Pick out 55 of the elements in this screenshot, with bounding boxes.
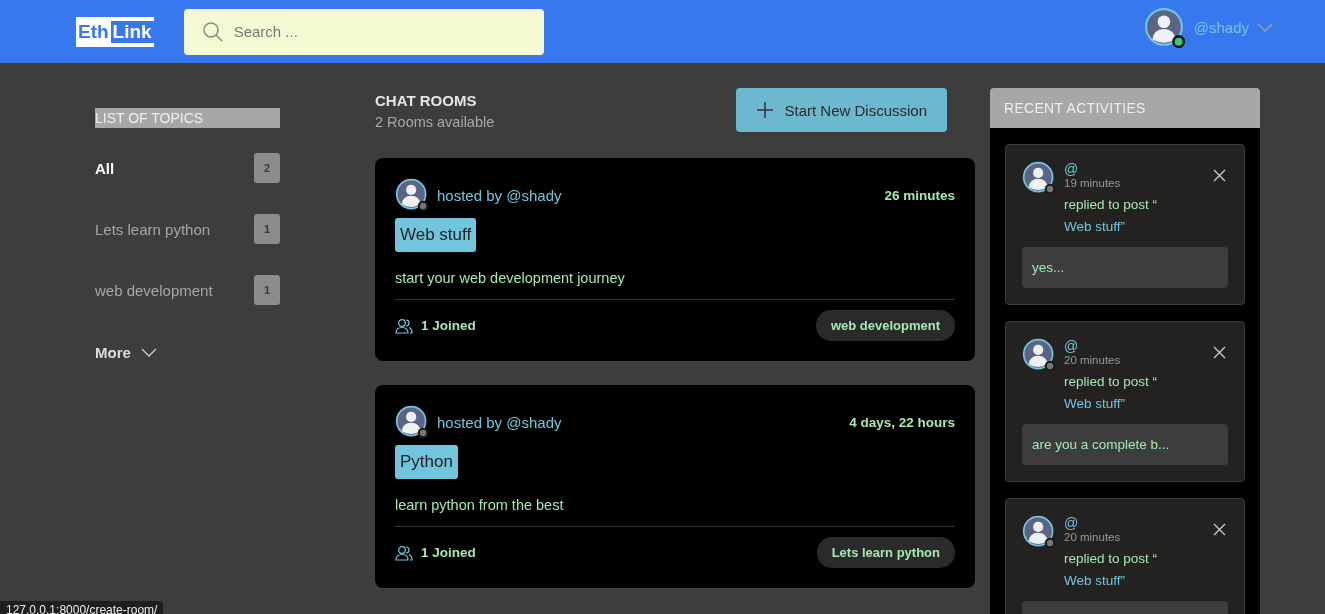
activity-text: replied to post “ [1064, 551, 1158, 566]
people-icon [395, 544, 413, 561]
count-badge: 1 [254, 275, 280, 305]
host-link[interactable]: hosted by @shady [437, 186, 562, 204]
avatar-icon [395, 178, 429, 212]
count-badge: 1 [254, 214, 280, 244]
host-link[interactable]: hosted by @shady [437, 413, 562, 431]
rooms-count: 2 Rooms available [375, 114, 495, 130]
user-link[interactable]: @ [1064, 161, 1205, 177]
search-icon [201, 20, 224, 43]
count-badge: 2 [254, 153, 280, 183]
section-heading: RECENT ACTIVITIES [990, 88, 1260, 128]
logo[interactable]: Eth Link [76, 16, 154, 47]
post-link[interactable]: Web stuff” [1064, 573, 1126, 588]
avatar-icon [1022, 515, 1056, 549]
message-preview: are you a complete b... [1022, 424, 1228, 465]
avatar-icon [1022, 338, 1056, 372]
message-preview: yes... [1022, 247, 1228, 288]
room-description: start your web development journey [395, 270, 625, 286]
room-time: 26 minutes [884, 187, 955, 203]
activity-time: 20 minutes [1064, 531, 1122, 543]
new-discussion-button[interactable]: Start New Discussion [736, 88, 947, 132]
room-description: learn python from the best [395, 497, 564, 513]
avatar-icon [1143, 6, 1186, 49]
avatar-icon [395, 405, 429, 439]
user-link[interactable]: @ [1064, 515, 1205, 531]
topic-link[interactable]: web development [95, 281, 254, 299]
activity-text: replied to post “ [1064, 197, 1158, 212]
close-icon[interactable] [1213, 169, 1226, 182]
joined-count: 1 Joined [421, 318, 476, 333]
topic-tag[interactable]: web development [815, 310, 955, 341]
user-link[interactable]: @ [1064, 338, 1205, 354]
topic-link[interactable]: Lets learn python [95, 220, 254, 238]
section-heading: LIST OF TOPICS [95, 108, 280, 128]
chevron-down-icon [140, 347, 157, 358]
search-field[interactable]: Search ... [183, 8, 544, 55]
post-link[interactable]: Web stuff” [1064, 396, 1126, 411]
post-link[interactable]: Web stuff” [1064, 219, 1126, 234]
room-title-link[interactable]: Web stuff [395, 218, 477, 252]
people-icon [395, 317, 413, 334]
activity-time: 19 minutes [1064, 177, 1122, 189]
close-icon[interactable] [1213, 346, 1226, 359]
avatar-icon [1022, 161, 1056, 195]
room-time: 4 days, 22 hours [849, 414, 955, 430]
more-link[interactable]: More [95, 344, 280, 361]
activity-time: 20 minutes [1064, 354, 1122, 366]
section-heading: CHAT ROOMS [375, 92, 478, 109]
close-icon[interactable] [1213, 523, 1226, 536]
plus-icon [756, 101, 775, 119]
activity-text: replied to post “ [1064, 374, 1158, 389]
topic-link[interactable]: All [95, 159, 254, 177]
status-url: 127.0.0.1:8000/create-room/ [0, 601, 164, 614]
topic-tag[interactable]: Lets learn python [816, 537, 955, 568]
room-title-link[interactable]: Python [395, 445, 458, 479]
joined-count: 1 Joined [421, 545, 476, 560]
